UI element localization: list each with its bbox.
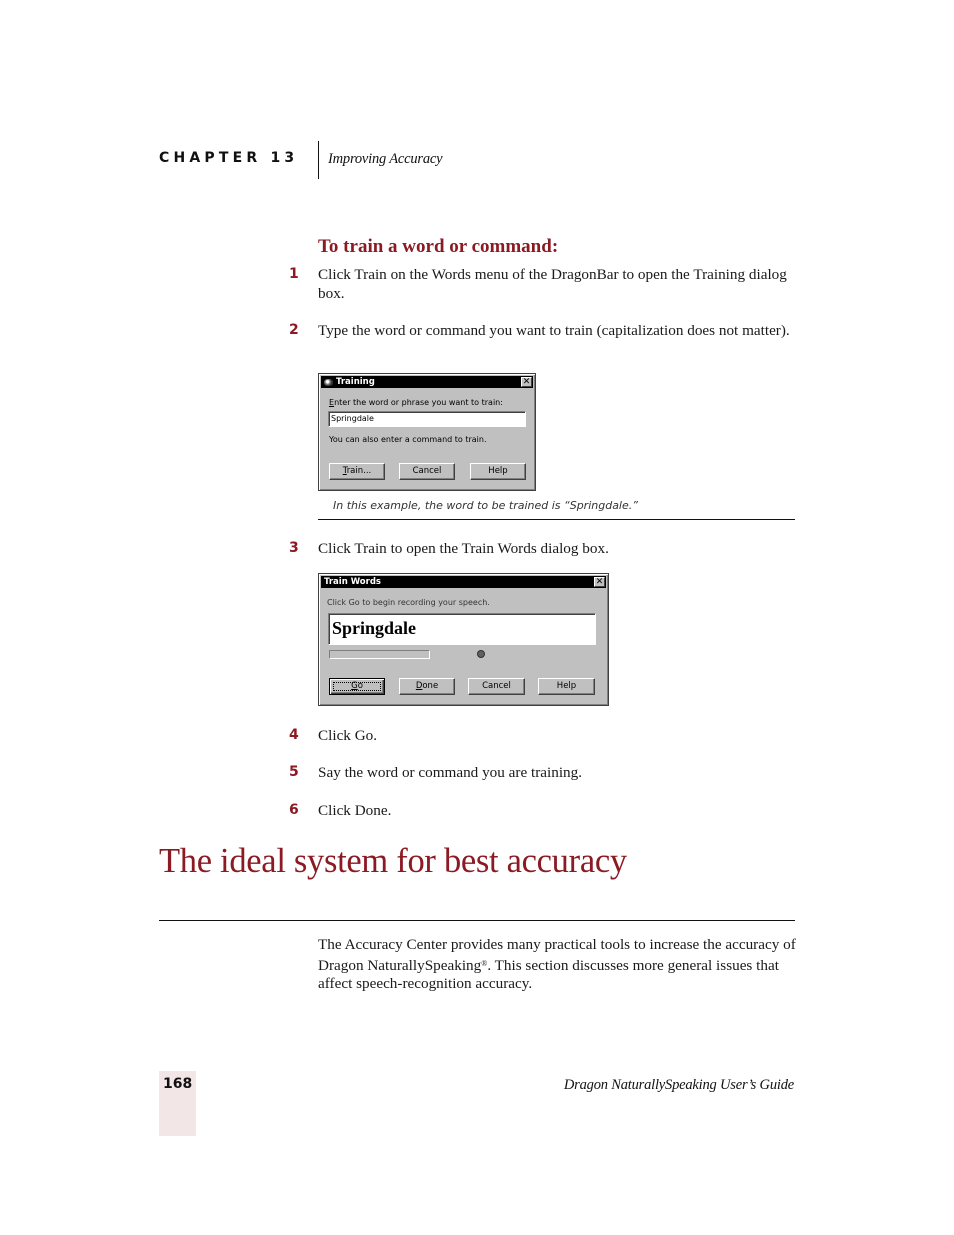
step-number: 4 bbox=[289, 727, 299, 743]
done-button[interactable]: Done bbox=[399, 678, 455, 695]
figure-caption: In this example, the word to be trained … bbox=[333, 499, 638, 512]
section-divider bbox=[159, 920, 795, 921]
cancel-button[interactable]: Cancel bbox=[399, 463, 455, 480]
step-text: Type the word or command you want to tra… bbox=[318, 322, 790, 339]
word-phrase-input[interactable]: Springdale bbox=[328, 411, 526, 427]
recording-progress-bar bbox=[329, 650, 430, 659]
help-button[interactable]: Help bbox=[538, 678, 595, 695]
training-dialog-title: Training bbox=[336, 377, 375, 387]
train-words-dialog: Train Words ✕ Click Go to begin recordin… bbox=[318, 573, 609, 706]
section-heading: The ideal system for best accuracy bbox=[159, 842, 627, 880]
recording-indicator-icon bbox=[477, 650, 485, 658]
focus-ring bbox=[333, 682, 381, 691]
word-display-text: Springdale bbox=[332, 618, 417, 638]
help-button[interactable]: Help bbox=[470, 463, 526, 480]
word-phrase-input-value: Springdale bbox=[331, 414, 374, 423]
step-text: Say the word or command you are training… bbox=[318, 764, 583, 781]
training-titlebar: Training ✕ bbox=[321, 376, 533, 388]
dragon-app-icon bbox=[324, 378, 333, 387]
step-number: 6 bbox=[289, 802, 299, 818]
page-number: 168 bbox=[163, 1076, 193, 1092]
train-words-titlebar: Train Words ✕ bbox=[321, 576, 606, 588]
training-hint: You can also enter a command to train. bbox=[329, 435, 487, 444]
procedure-heading: To train a word or command: bbox=[318, 236, 559, 257]
step-number: 3 bbox=[289, 540, 299, 556]
cancel-button[interactable]: Cancel bbox=[468, 678, 525, 695]
training-dialog: Training ✕ Enter the word or phrase you … bbox=[318, 373, 536, 491]
step-text: Click Go. bbox=[318, 727, 378, 744]
step-text: Click Done. bbox=[318, 802, 392, 819]
step-text: Click Train on the Words menu of the Dra… bbox=[318, 266, 787, 302]
step-number: 2 bbox=[289, 322, 299, 338]
step-text: Click Train to open the Train Words dial… bbox=[318, 540, 609, 557]
train-button[interactable]: Train... bbox=[329, 463, 385, 480]
chapter-title: Improving Accuracy bbox=[328, 151, 443, 167]
caption-divider bbox=[318, 519, 795, 520]
close-icon[interactable]: ✕ bbox=[521, 377, 532, 387]
training-prompt-label: Enter the word or phrase you want to tra… bbox=[329, 398, 503, 407]
chapter-label: CHAPTER 13 bbox=[159, 150, 299, 166]
step-number: 1 bbox=[289, 266, 299, 282]
go-button[interactable]: Go bbox=[329, 678, 385, 695]
train-words-instruction: Click Go to begin recording your speech. bbox=[327, 598, 490, 607]
book-title: Dragon NaturallySpeaking User’s Guide bbox=[563, 1077, 794, 1093]
header-divider bbox=[318, 141, 319, 179]
section-body: The Accuracy Center provides many practi… bbox=[318, 936, 796, 992]
train-words-dialog-title: Train Words bbox=[324, 577, 381, 587]
close-icon[interactable]: ✕ bbox=[594, 577, 605, 587]
step-number: 5 bbox=[289, 764, 299, 780]
word-display-box: Springdale bbox=[328, 613, 596, 645]
